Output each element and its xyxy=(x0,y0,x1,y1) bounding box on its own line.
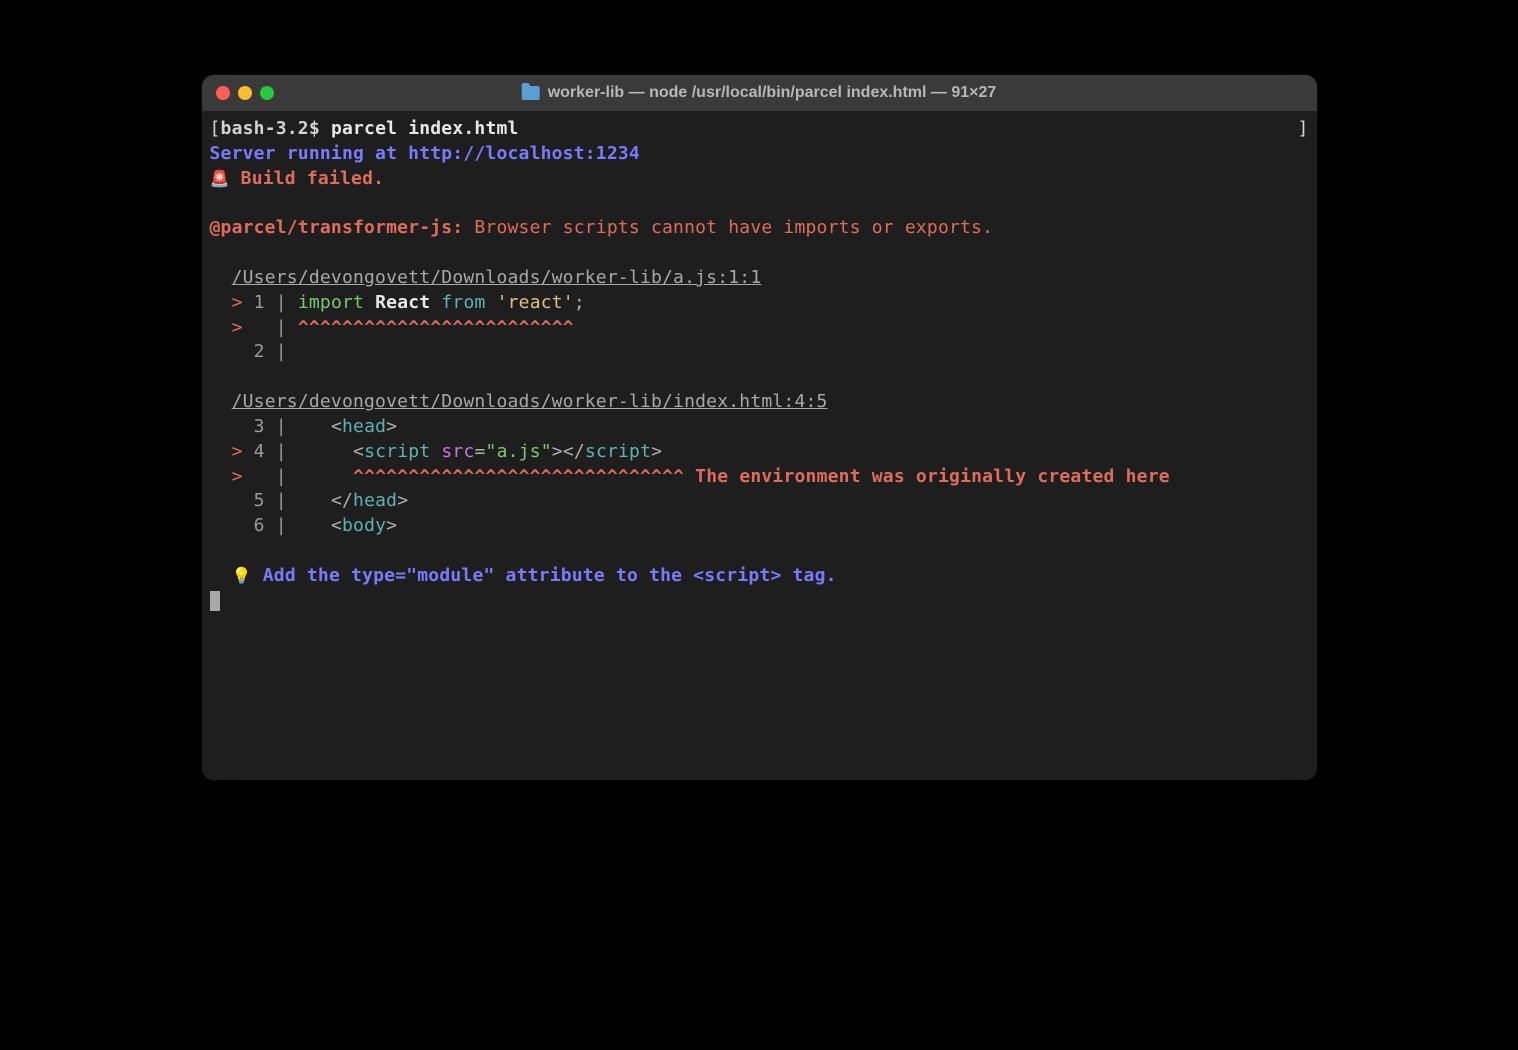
tag-open: < xyxy=(331,515,342,536)
tag-open: < xyxy=(331,416,342,437)
traffic-lights xyxy=(216,86,274,100)
hint-text: Add the type="module" attribute to the <… xyxy=(252,565,837,586)
prompt-open-bracket: [ xyxy=(210,118,221,139)
tag-head: head xyxy=(353,490,397,511)
identifier-react: React xyxy=(375,292,430,313)
caret-underline: ^^^^^^^^^^^^^^^^^^^^^^^^^^^^^^ xyxy=(353,466,684,487)
tag-close: > xyxy=(651,441,662,462)
gutter-pointer: > xyxy=(232,292,243,313)
line-number: 1 xyxy=(254,292,265,313)
gutter-pipe: | xyxy=(276,441,287,462)
indent xyxy=(298,466,353,487)
window-title-text: worker-lib — node /usr/local/bin/parcel … xyxy=(548,84,997,102)
error-source: @parcel/transformer-js: xyxy=(210,217,464,238)
minimize-button[interactable] xyxy=(238,86,252,100)
attr-src: src xyxy=(441,441,474,462)
gutter-pipe: | xyxy=(276,490,287,511)
shell-prompt: bash-3.2$ xyxy=(221,118,320,139)
window-title: worker-lib — node /usr/local/bin/parcel … xyxy=(522,84,997,102)
equals: = xyxy=(475,441,486,462)
annotation-message: The environment was originally created h… xyxy=(684,466,1170,487)
gutter-pointer: > xyxy=(232,317,243,338)
tag-body: body xyxy=(342,515,386,536)
semicolon: ; xyxy=(574,292,585,313)
string-react: 'react' xyxy=(497,292,574,313)
error-message: Browser scripts cannot have imports or e… xyxy=(463,217,993,238)
file-path-1: /Users/devongovett/Downloads/worker-lib/… xyxy=(232,267,762,288)
line-number: 2 xyxy=(254,341,265,362)
tag-close: > xyxy=(397,490,408,511)
gutter-pipe: | xyxy=(276,317,287,338)
line-number: 5 xyxy=(254,490,265,511)
gutter-pipe: | xyxy=(276,515,287,536)
command-text: parcel index.html xyxy=(331,118,519,139)
prompt-close-bracket: ] xyxy=(1297,117,1308,142)
tag-head: head xyxy=(342,416,386,437)
tag-open: < xyxy=(353,441,364,462)
caret-underline: ^^^^^^^^^^^^^^^^^^^^^^^^^ xyxy=(298,317,574,338)
lightbulb-icon: 💡 xyxy=(232,566,252,585)
cursor xyxy=(210,591,220,611)
gutter-pipe: | xyxy=(276,466,287,487)
gutter-pointer: > xyxy=(232,441,243,462)
indent xyxy=(298,490,331,511)
indent xyxy=(298,441,353,462)
tag-open: </ xyxy=(563,441,585,462)
siren-icon: 🚨 xyxy=(210,169,230,188)
tag-script: script xyxy=(364,441,430,462)
attr-value: "a.js" xyxy=(486,441,552,462)
titlebar: worker-lib — node /usr/local/bin/parcel … xyxy=(202,75,1317,111)
gutter-pointer: > xyxy=(232,466,243,487)
line-number: 6 xyxy=(254,515,265,536)
folder-icon xyxy=(522,86,540,100)
keyword-from: from xyxy=(441,292,485,313)
tag-close: > xyxy=(386,416,397,437)
indent xyxy=(298,515,331,536)
server-running-line: Server running at http://localhost:1234 xyxy=(210,143,640,164)
keyword-import: import xyxy=(298,292,364,313)
tag-open: </ xyxy=(331,490,353,511)
indent xyxy=(298,416,331,437)
build-failed-text: Build failed. xyxy=(230,168,385,189)
maximize-button[interactable] xyxy=(260,86,274,100)
close-button[interactable] xyxy=(216,86,230,100)
file-path-2: /Users/devongovett/Downloads/worker-lib/… xyxy=(232,391,828,412)
tag-close: > xyxy=(386,515,397,536)
tag-script: script xyxy=(585,441,651,462)
gutter-pipe: | xyxy=(276,416,287,437)
terminal-body[interactable]: [bash-3.2$ parcel index.html] Server run… xyxy=(202,111,1317,620)
line-number: 4 xyxy=(254,441,265,462)
space xyxy=(430,441,441,462)
tag-close: > xyxy=(552,441,563,462)
terminal-window: worker-lib — node /usr/local/bin/parcel … xyxy=(202,75,1317,780)
gutter-pipe: | xyxy=(276,341,287,362)
line-number: 3 xyxy=(254,416,265,437)
gutter-pipe: | xyxy=(276,292,287,313)
